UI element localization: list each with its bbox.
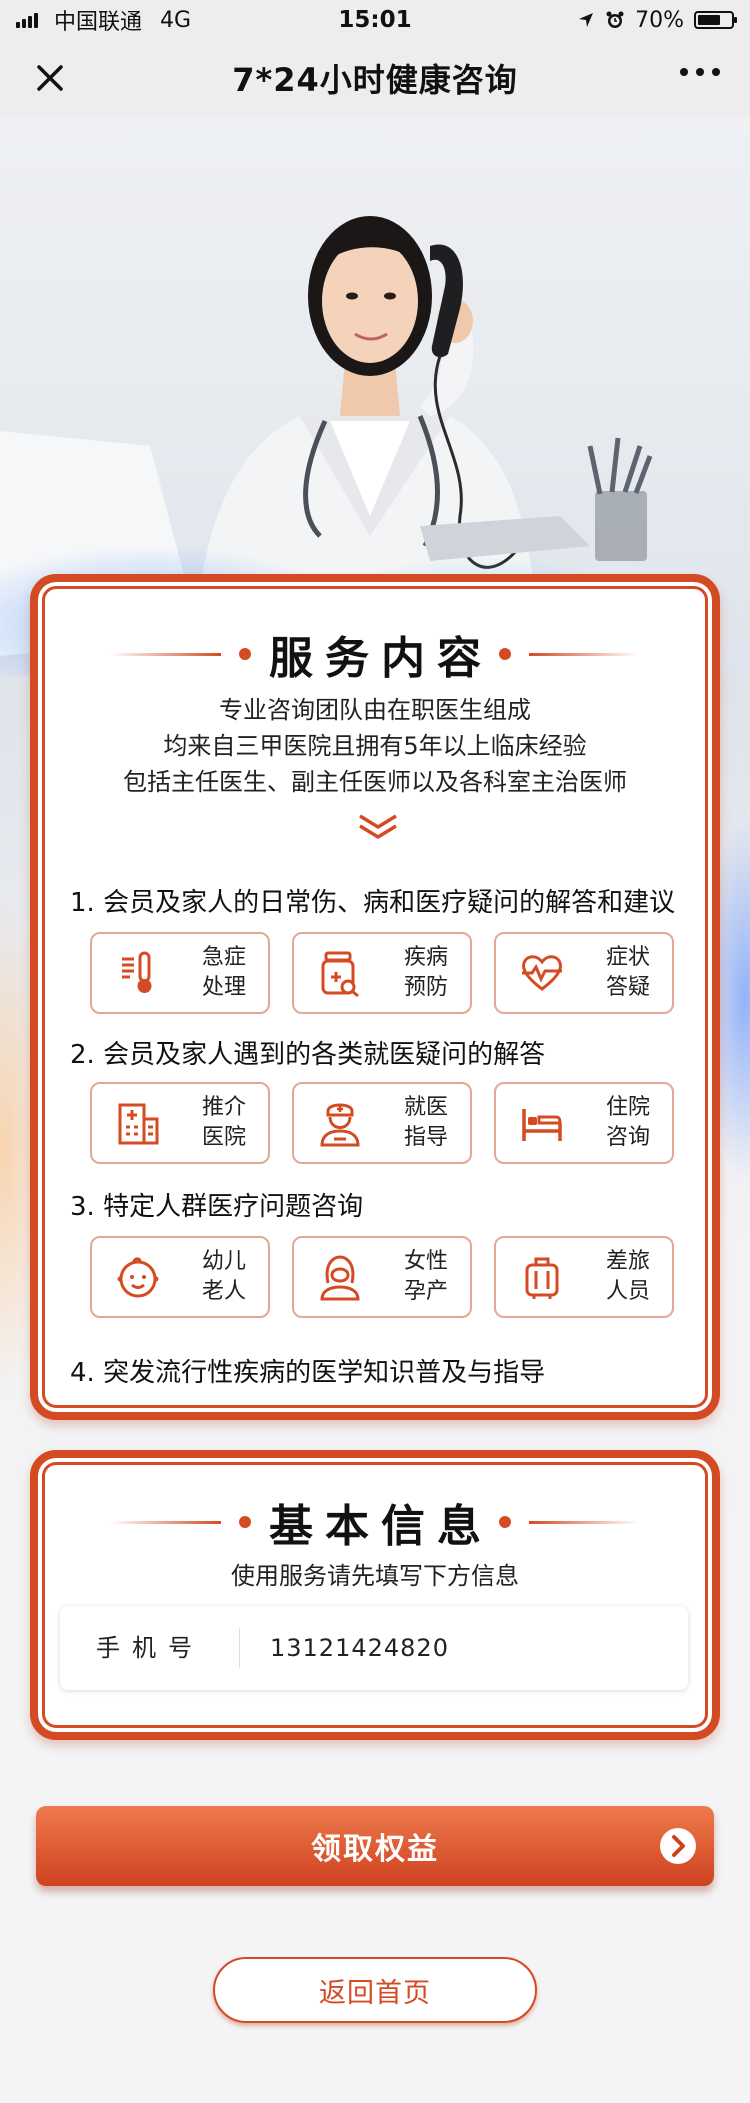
service-item-title: 4. 突发流行性疾病的医学知识普及与指导 xyxy=(70,1358,546,1388)
info-header: 基本信息 xyxy=(38,1490,712,1554)
arrow-right-circle-icon xyxy=(660,1828,696,1864)
tile-label: 疾病 xyxy=(403,945,448,970)
service-tile[interactable]: 急症 处理 xyxy=(90,932,270,1014)
page-title: 7*24小时健康咨询 xyxy=(232,61,518,99)
tile-label: 差旅 xyxy=(605,1249,650,1274)
service-intro: 专业咨询团队由在职医生组成 均来自三甲医院且拥有5年以上临床经验 包括主任医生、… xyxy=(38,692,712,800)
service-tile[interactable]: 疾病 预防 xyxy=(292,932,472,1014)
suitcase-icon xyxy=(525,1257,559,1299)
service-item-title: 3. 特定人群医疗问题咨询 xyxy=(70,1192,364,1222)
network-type: 4G xyxy=(160,7,192,33)
tile-label: 医院 xyxy=(201,1125,246,1150)
service-tile[interactable]: 就医 指导 xyxy=(292,1082,472,1164)
tile-label: 住院 xyxy=(605,1095,650,1120)
info-subtitle: 使用服务请先填写下方信息 xyxy=(231,1562,519,1590)
tile-label: 症状 xyxy=(605,945,650,970)
more-icon[interactable] xyxy=(680,68,720,76)
back-home-label: 返回首页 xyxy=(319,1977,431,2009)
service-tile[interactable]: 差旅 人员 xyxy=(494,1236,674,1318)
location-arrow-icon xyxy=(579,13,594,27)
service-tile[interactable]: 推介 医院 xyxy=(90,1082,270,1164)
intro-line: 均来自三甲医院且拥有5年以上临床经验 xyxy=(163,732,587,760)
claim-benefit-button[interactable]: 领取权益 xyxy=(36,1806,714,1886)
close-icon[interactable] xyxy=(30,58,70,98)
tile-label: 孕产 xyxy=(403,1279,448,1304)
intro-line: 专业咨询团队由在职医生组成 xyxy=(219,696,531,724)
medicine-bottle-icon xyxy=(321,951,359,997)
battery-level xyxy=(698,15,721,25)
service-tile[interactable]: 女性 孕产 xyxy=(292,1236,472,1318)
tile-label: 人员 xyxy=(605,1279,650,1304)
tile-label: 幼儿 xyxy=(201,1249,246,1274)
service-card: 服务内容 专业咨询团队由在职医生组成 均来自三甲医院且拥有5年以上临床经验 包括… xyxy=(30,574,720,1420)
signal-icon xyxy=(16,12,38,28)
service-tile[interactable]: 症状 答疑 xyxy=(494,932,674,1014)
claim-button-label: 领取权益 xyxy=(311,1832,439,1867)
hospital-icon xyxy=(118,1103,159,1145)
tile-label: 指导 xyxy=(403,1125,448,1150)
tile-label: 推介 xyxy=(201,1095,246,1120)
carrier-name: 中国联通 xyxy=(54,10,143,35)
phone-label: 手机号 xyxy=(60,1628,240,1668)
battery-percent: 70% xyxy=(635,7,684,33)
alarm-icon xyxy=(606,11,624,28)
battery-icon xyxy=(694,11,737,29)
service-header: 服务内容 xyxy=(38,622,712,686)
nav-bar: 7*24小时健康咨询 xyxy=(0,40,750,116)
phone-input[interactable] xyxy=(240,1634,640,1662)
bed-icon xyxy=(522,1109,562,1141)
info-title: 基本信息 xyxy=(269,1501,493,1552)
tile-label: 急症 xyxy=(201,945,246,970)
chevron-down-icon xyxy=(359,814,397,840)
service-item-title: 2. 会员及家人遇到的各类就医疑问的解答 xyxy=(70,1040,546,1070)
tile-label: 预防 xyxy=(403,975,448,1000)
heart-pulse-icon xyxy=(522,955,562,991)
service-tile[interactable]: 幼儿 老人 xyxy=(90,1236,270,1318)
service-title: 服务内容 xyxy=(269,633,493,684)
tile-label: 老人 xyxy=(201,1279,246,1304)
intro-line: 包括主任医生、副主任医师以及各科室主治医师 xyxy=(123,768,627,796)
woman-icon xyxy=(320,1255,360,1301)
status-bar: 中国联通 4G 15:01 70% xyxy=(0,0,750,40)
back-home-button[interactable]: 返回首页 xyxy=(213,1957,537,2023)
tile-label: 处理 xyxy=(201,975,246,1000)
service-item-title: 1. 会员及家人的日常伤、病和医疗疑问的解答和建议 xyxy=(70,888,676,918)
baby-face-icon xyxy=(117,1257,159,1298)
tile-label: 咨询 xyxy=(605,1125,650,1150)
service-tile[interactable]: 住院 咨询 xyxy=(494,1082,674,1164)
phone-field: 手机号 xyxy=(60,1606,688,1690)
tile-label: 就医 xyxy=(403,1095,448,1120)
thermometer-icon xyxy=(122,951,152,993)
nurse-icon xyxy=(320,1103,360,1147)
tile-label: 女性 xyxy=(403,1249,448,1274)
tile-label: 答疑 xyxy=(605,975,650,1000)
info-card: 基本信息 使用服务请先填写下方信息 手机号 xyxy=(30,1450,720,1740)
